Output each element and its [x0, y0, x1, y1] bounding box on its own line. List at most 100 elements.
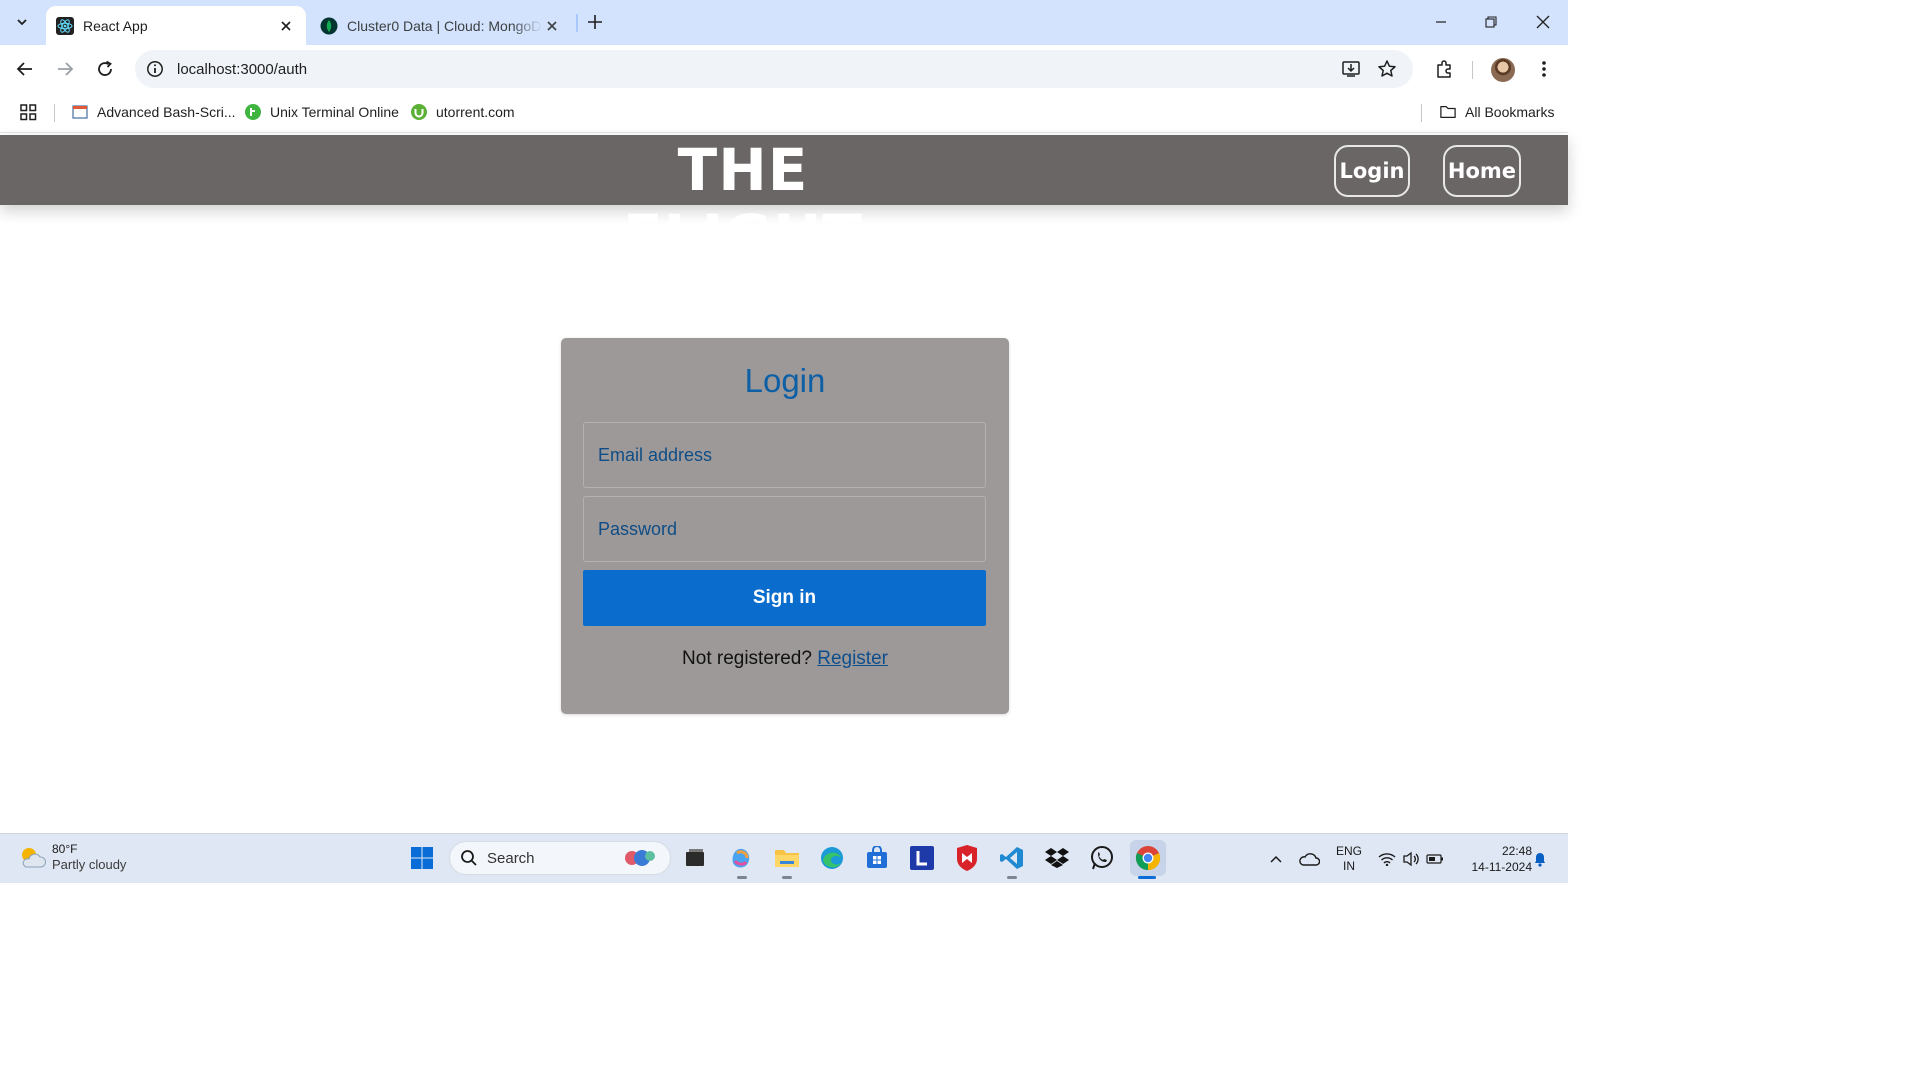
mcafee-icon[interactable] — [952, 843, 982, 873]
microsoft-store-icon[interactable] — [862, 843, 892, 873]
email-placeholder: Email address — [598, 444, 713, 465]
wifi-icon[interactable] — [1376, 834, 1398, 883]
language-code: ENG — [1335, 843, 1362, 858]
menu-button[interactable] — [1530, 55, 1558, 83]
restore-button[interactable] — [1466, 0, 1516, 44]
taskbar-search-box[interactable]: Search — [449, 841, 671, 875]
app-header: THE FLIGHT Login Home — [0, 135, 1568, 269]
address-bar[interactable]: localhost:3000/auth — [135, 50, 1413, 88]
windows-logo-icon — [411, 847, 433, 869]
utorrent-icon — [411, 104, 427, 120]
forward-button[interactable] — [51, 55, 79, 83]
chrome-taskbar-button[interactable] — [1130, 840, 1166, 876]
dropbox-icon[interactable] — [1042, 843, 1072, 873]
kebab-menu-icon — [1542, 61, 1546, 77]
back-button[interactable] — [11, 55, 39, 83]
active-app-indicator — [1138, 876, 1156, 879]
clock-time: 22:48 — [1501, 843, 1532, 858]
edge-browser-icon[interactable] — [817, 843, 847, 873]
tab-title: React App — [83, 17, 148, 34]
bookmark-divider — [1421, 104, 1422, 122]
extensions-button[interactable] — [1430, 55, 1458, 83]
arrow-right-icon — [58, 62, 74, 76]
bell-icon — [1535, 852, 1545, 867]
toolbar-divider — [1472, 61, 1473, 79]
email-field[interactable]: Email address — [583, 422, 986, 488]
nav-login-button[interactable]: Login — [1334, 145, 1410, 197]
password-field[interactable]: Password — [583, 496, 986, 562]
minimize-icon — [1436, 21, 1446, 23]
running-indicator — [1007, 876, 1017, 879]
bookmark-divider — [54, 104, 55, 122]
tab-react-app[interactable]: React App — [46, 6, 306, 45]
chrome-icon — [1135, 846, 1161, 871]
profile-avatar[interactable] — [1491, 58, 1515, 82]
copilot-icon[interactable] — [726, 843, 756, 873]
chevron-up-icon — [1270, 855, 1282, 863]
notifications-button[interactable] — [1530, 834, 1550, 883]
password-placeholder: Password — [598, 518, 678, 539]
clock[interactable]: 22:48 14-11-2024 — [1452, 834, 1533, 883]
bookmark-utorrent[interactable]: utorrent.com — [411, 102, 515, 122]
reload-button[interactable] — [91, 55, 119, 83]
tab-search-button[interactable] — [8, 8, 36, 36]
new-tab-button[interactable] — [583, 10, 607, 34]
browser-toolbar: localhost:3000/auth — [0, 45, 1568, 92]
bookmark-unix-terminal[interactable]: Unix Terminal Online — [245, 102, 399, 122]
show-hidden-icons-button[interactable] — [1264, 834, 1288, 883]
all-bookmarks-label: All Bookmarks — [1465, 104, 1555, 120]
apps-grid-icon — [20, 103, 37, 120]
bookmark-label: utorrent.com — [436, 104, 515, 120]
all-bookmarks-button[interactable]: All Bookmarks — [1440, 102, 1554, 122]
url-text[interactable]: localhost:3000/auth — [177, 61, 1333, 78]
weather-description: Partly cloudy — [52, 857, 127, 872]
install-app-icon[interactable] — [1333, 51, 1369, 87]
plus-icon — [588, 15, 602, 29]
tab-mongodb[interactable]: Cluster0 Data | Cloud: MongoDB — [310, 6, 572, 45]
site-info-icon[interactable] — [137, 51, 173, 87]
minimize-button[interactable] — [1416, 0, 1466, 44]
start-button[interactable] — [407, 843, 437, 873]
register-prompt: Not registered? Register — [561, 648, 1009, 670]
battery-icon[interactable] — [1424, 834, 1446, 883]
volume-icon[interactable] — [1400, 834, 1422, 883]
bookmarks-bar: Advanced Bash-Scri... Unix Terminal Onli… — [0, 92, 1568, 133]
chevron-down-icon — [17, 19, 27, 26]
task-view-icon[interactable] — [680, 843, 710, 873]
bookmark-advanced-bash[interactable]: Advanced Bash-Scri... — [72, 102, 236, 122]
register-prompt-text: Not registered? — [682, 648, 812, 669]
tab-strip: React App Cluster0 Data | Cloud: MongoDB — [0, 0, 1568, 45]
brand-title: THE FLIGHT — [623, 136, 863, 270]
close-tab-icon[interactable] — [276, 16, 296, 36]
onedrive-icon[interactable] — [1296, 834, 1322, 883]
weather-widget[interactable]: 80°F Partly cloudy — [18, 842, 126, 873]
folder-icon — [1440, 104, 1456, 120]
register-link[interactable]: Register — [817, 648, 888, 669]
file-explorer-icon[interactable] — [772, 843, 802, 873]
vscode-icon[interactable] — [997, 843, 1027, 873]
search-placeholder: Search — [487, 849, 535, 867]
arrow-left-icon — [16, 62, 32, 76]
running-indicator — [737, 876, 747, 879]
l-app-icon[interactable] — [907, 843, 937, 873]
region-code: IN — [1343, 858, 1355, 873]
close-tab-icon[interactable] — [542, 16, 562, 36]
whatsapp-icon[interactable] — [1087, 843, 1117, 873]
page-icon — [72, 104, 88, 120]
windows-taskbar: 80°F Partly cloudy Search ENG IN 22:48 1… — [0, 833, 1568, 883]
restore-icon — [1485, 16, 1497, 28]
search-icon — [461, 850, 477, 866]
sign-in-button[interactable]: Sign in — [583, 570, 986, 626]
puzzle-icon — [1437, 60, 1451, 78]
input-language[interactable]: ENG IN — [1330, 834, 1368, 883]
tutorialspoint-icon — [245, 104, 261, 120]
login-title: Login — [744, 362, 826, 399]
close-icon — [1536, 15, 1550, 29]
weather-temperature: 80°F — [52, 842, 78, 856]
bookmark-star-icon[interactable] — [1369, 51, 1405, 87]
close-window-button[interactable] — [1518, 0, 1568, 44]
bookmark-label: Unix Terminal Online — [270, 104, 399, 120]
nav-home-button[interactable]: Home — [1443, 145, 1521, 197]
apps-button[interactable] — [20, 102, 37, 122]
bookmark-label: Advanced Bash-Scri... — [97, 104, 236, 120]
